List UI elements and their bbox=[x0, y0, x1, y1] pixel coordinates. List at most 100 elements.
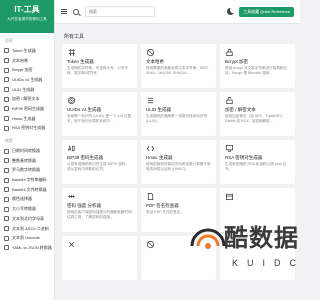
top-bar: 工具收藏 Quick Reference bbox=[55, 0, 300, 24]
tool-icon bbox=[4, 116, 9, 122]
tool-icon bbox=[4, 226, 9, 232]
tool-card[interactable]: 文本哈希 使用需要的函数哈希文本字符串：MD5, SHA1, SHA256, SH… bbox=[141, 44, 216, 88]
sidebar-item-label: ULID 生成器 bbox=[12, 86, 35, 92]
tool-card-description: 使用 bcrypt 对文本字符串进行哈希和比较，Bcrypt 是 Blowfis… bbox=[225, 66, 288, 75]
tool-icon bbox=[4, 125, 9, 131]
sidebar-item[interactable]: 日期时间转换器 bbox=[0, 146, 54, 156]
section-title: 所有工具 bbox=[64, 34, 85, 40]
tool-card-title: Hmac 生成器 bbox=[146, 155, 173, 160]
sidebar-item[interactable]: Base64 字符串编码 bbox=[0, 175, 54, 185]
certificate-icon bbox=[225, 144, 234, 153]
sidebar-item[interactable]: YAML to JSON 转换器 bbox=[0, 243, 54, 253]
sidebar-item[interactable]: 文本到北约字母表 bbox=[0, 214, 54, 224]
sidebar-item[interactable]: 文本到 Unicode bbox=[0, 233, 54, 243]
tool-card[interactable]: Hmac 生成器 使用密钥和您喜欢的哈希函数计算基于哈希的消息认证码 (HMAC)… bbox=[141, 140, 216, 184]
sidebar-item-label: 大小写转换器 bbox=[12, 206, 36, 212]
sidebar-item-label: YAML to JSON 转换器 bbox=[12, 244, 52, 250]
brand-header[interactable]: IT-工具 为开发者提供的便利工具 bbox=[0, 0, 54, 33]
sidebar: IT-工具 为开发者提供的便利工具 加密 Token 生成器 文本哈希 Bcrypt… bbox=[0, 0, 55, 300]
tool-icon bbox=[4, 245, 9, 251]
token-icon bbox=[68, 48, 76, 57]
tool-card[interactable]: 密码 强度 分析器使用此客户端密码强度分析器和破解时间估算工具，了解密码的强度。 bbox=[62, 188, 137, 232]
menu-icon[interactable] bbox=[61, 9, 67, 14]
sidebar-item[interactable]: UUIDs v4 生成器 bbox=[0, 75, 54, 85]
tool-card-title: 加密 / 解密文本 bbox=[225, 107, 256, 112]
tool-card-description: 生成随机字符串，可选择大写、小写字母、数字和/或符号。 bbox=[67, 66, 129, 75]
sidebar-item-label: 罗马数字转换器 bbox=[12, 167, 40, 173]
search-input[interactable] bbox=[85, 6, 155, 17]
watermark-text: 酷数据 bbox=[224, 224, 299, 252]
sidebar-item[interactable]: BIP39 密码生成器 bbox=[0, 104, 54, 114]
password-icon bbox=[68, 195, 75, 198]
sidebar-item-label: 文本哈希 bbox=[12, 57, 28, 63]
tool-icon bbox=[4, 206, 9, 212]
sidebar-item[interactable]: 文本到 ASCII 二进制 bbox=[0, 224, 54, 234]
sidebar-item-label: Base64 文件转换器 bbox=[12, 186, 47, 192]
sidebar-item[interactable]: RSA 密钥对生成器 bbox=[0, 124, 54, 134]
sidebar-item[interactable]: 颜色选择器 bbox=[0, 195, 54, 205]
tool-card-title: ULID 生成器 bbox=[146, 107, 172, 112]
hash-icon bbox=[146, 240, 155, 249]
tool-icon bbox=[4, 148, 9, 154]
sidebar-item[interactable]: 文本哈希 bbox=[0, 56, 54, 66]
quick-reference-button[interactable]: 工具收藏 Quick Reference bbox=[239, 6, 294, 17]
tool-card-description bbox=[67, 251, 132, 261]
sidebar-item[interactable]: ULID 生成器 bbox=[0, 85, 54, 95]
sidebar-item-label: 加密 / 解密文本 bbox=[12, 96, 40, 102]
sidebar-item-label: 整数基转换器 bbox=[12, 157, 36, 163]
sidebar-item-label: 日期时间转换器 bbox=[12, 148, 40, 154]
sidebar-item-label: Base64 字符串编码 bbox=[12, 177, 47, 183]
brand-subtitle: 为开发者提供的便利工具 bbox=[7, 17, 47, 21]
tool-icon bbox=[4, 235, 9, 241]
sidebar-item-label: 颜色选择器 bbox=[12, 196, 32, 202]
tool-icon bbox=[4, 67, 9, 73]
alphabet-icon bbox=[68, 145, 75, 152]
tool-card-title: 密码 强度 分析器 bbox=[67, 203, 101, 208]
tool-card[interactable] bbox=[62, 236, 137, 280]
tool-card-title: BIP39 密码生成器 bbox=[67, 155, 104, 160]
tool-icon bbox=[4, 216, 9, 222]
calendar-icon bbox=[225, 193, 234, 201]
sidebar-item-label: UUIDs v4 生成器 bbox=[12, 76, 43, 82]
tool-card-description: 使用加密算法（如 AES、TripleDES、Rabbit 或 RC4）加密和解… bbox=[225, 114, 286, 123]
file-icon bbox=[147, 192, 154, 201]
tool-icon bbox=[4, 196, 9, 202]
tool-icon bbox=[4, 96, 9, 102]
tool-card-title: 文本哈希 bbox=[146, 59, 164, 64]
sidebar-item[interactable]: 大小写转换器 bbox=[0, 204, 54, 214]
tool-card[interactable]: RSA 密钥对生成器 生成新的随机 RSA 私钥和公钥 pem 证书。 bbox=[220, 140, 295, 184]
tool-card[interactable]: Token 生成器 生成随机字符串，可选择大写、小写字母、数字和/或符号。 bbox=[62, 44, 137, 88]
tool-card[interactable]: 加密 / 解密文本使用加密算法（如 AES、TripleDES、Rabbit 或… bbox=[220, 92, 295, 136]
tool-card-description: 使用此客户端密码强度分析器和破解时间估算工具，了解密码的强度。 bbox=[67, 210, 132, 219]
sidebar-item[interactable]: 加密 / 解密文本 bbox=[0, 94, 54, 104]
sidebar-convert-list: 日期时间转换器 整数基转换器 罗马数字转换器 Base64 字符串编码 Base64 文… bbox=[0, 146, 54, 253]
sidebar-item-label: 文本到 ASCII 二进制 bbox=[12, 225, 49, 231]
sidebar-item[interactable]: Token 生成器 bbox=[0, 46, 54, 56]
sidebar-group-crypto[interactable]: 加密 bbox=[0, 33, 54, 46]
tool-card[interactable]: Bcrypt 加密 使用 bcrypt 对文本字符串进行哈希和比较，Bcrypt … bbox=[220, 44, 295, 88]
tool-card-description: 全局唯一标识符 (UUID) 是一个 128 位数字，用于标识计算机系统中... bbox=[67, 114, 132, 123]
sidebar-item-label: RSA 密钥对生成器 bbox=[12, 125, 46, 131]
search-icon[interactable] bbox=[73, 8, 79, 15]
tool-icon bbox=[4, 106, 9, 112]
sidebar-item[interactable]: 罗马数字转换器 bbox=[0, 166, 54, 176]
list-icon bbox=[147, 97, 154, 104]
dark-mode-icon[interactable] bbox=[227, 7, 236, 15]
sidebar-item[interactable]: Bcrypt 加密 bbox=[0, 65, 54, 75]
tool-card[interactable]: ULID 生成器 生成随机的通用唯一词典可排序标识符 (ULID)。 bbox=[141, 92, 216, 136]
tool-icon bbox=[4, 167, 9, 173]
tool-card[interactable]: BIP39 密码生成器 从现有或随机助记符生成 BIP39 密码，或从密码中获取助… bbox=[62, 140, 137, 184]
tool-icon bbox=[4, 87, 9, 93]
hash-icon bbox=[146, 48, 155, 57]
sidebar-item[interactable]: 整数基转换器 bbox=[0, 156, 54, 166]
x-icon bbox=[68, 241, 75, 248]
sidebar-item-label: Hmac 生成器 bbox=[12, 115, 36, 121]
sidebar-item[interactable]: Base64 文件转换器 bbox=[0, 185, 54, 195]
tool-card[interactable]: UUIDs v4 生成器 全局唯一标识符 (UUID) 是一个 128 位数字，用… bbox=[62, 92, 137, 136]
tool-icon bbox=[4, 187, 9, 193]
tool-icon bbox=[4, 77, 9, 83]
sidebar-group-convert[interactable]: 转换 bbox=[0, 133, 54, 146]
watermark: 酷数据 KUIDC bbox=[188, 212, 300, 282]
sidebar-item[interactable]: Hmac 生成器 bbox=[0, 114, 54, 124]
tool-icon bbox=[4, 158, 9, 164]
